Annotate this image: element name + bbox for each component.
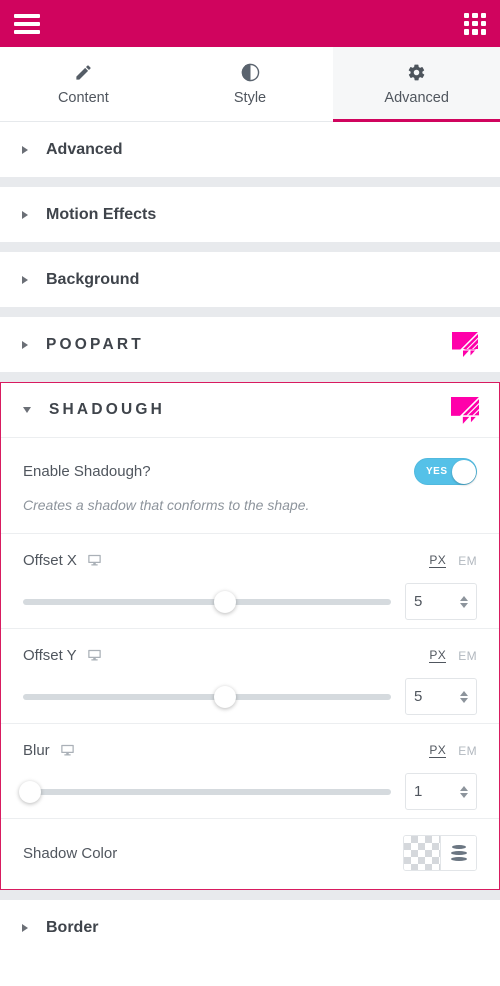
control-offset-x: Offset X PX EM 5 [1,534,499,628]
section-divider [0,307,500,317]
control-blur: Blur PX EM 1 [1,724,499,818]
control-shadow-color: Shadow Color [1,819,499,889]
control-offset-y: Offset Y PX EM 5 [1,629,499,723]
slider-handle[interactable] [19,780,42,803]
section-motion-effects[interactable]: Motion Effects [0,187,500,242]
slider-track [23,598,391,605]
gear-icon [407,62,426,82]
section-shadough: SHADOUGH Enable Shadough? YES Creates a … [0,382,500,890]
stepper-up-icon[interactable] [460,785,468,791]
offset-y-stepper[interactable] [460,690,468,703]
unit-px[interactable]: PX [429,648,447,663]
slider-handle[interactable] [214,685,237,708]
hamburger-bar [14,21,40,26]
chevron-right-icon [22,210,28,219]
section-divider [0,372,500,382]
color-swatch[interactable] [404,836,440,870]
shadow-color-label: Shadow Color [23,844,118,862]
stepper-down-icon[interactable] [460,792,468,798]
tab-style[interactable]: Style [166,47,334,121]
unit-em[interactable]: EM [458,554,477,568]
pencil-icon [74,62,93,82]
offset-y-slider[interactable] [23,685,391,709]
shadow-color-controls [403,835,477,871]
toggle-value-label: YES [426,466,448,477]
offset-x-label: Offset X [23,552,77,569]
section-title: Background [46,270,140,288]
section-title: Advanced [46,140,123,158]
enable-shadough-label: Enable Shadough? [23,463,151,480]
section-divider [0,177,500,187]
monitor-icon[interactable] [87,648,102,663]
stepper-up-icon[interactable] [460,595,468,601]
chevron-right-icon [22,275,28,284]
blur-units: PX EM [429,743,477,758]
offset-y-value: 5 [414,688,423,705]
blur-number-input[interactable]: 1 [405,773,477,810]
offset-x-value: 5 [414,593,423,610]
stepper-down-icon[interactable] [460,602,468,608]
offset-x-units: PX EM [429,553,477,568]
section-background[interactable]: Background [0,252,500,307]
slider-track [23,693,391,700]
section-title: SHADOUGH [49,401,166,418]
monitor-icon[interactable] [87,553,102,568]
offset-x-number-input[interactable]: 5 [405,583,477,620]
blur-value: 1 [414,783,423,800]
poopart-logo-icon [451,397,479,425]
hamburger-bar [14,13,40,18]
offset-y-label: Offset Y [23,647,77,664]
section-title: Motion Effects [46,205,157,223]
toggle-knob [451,459,476,484]
enable-shadough-row: Enable Shadough? YES [1,438,499,485]
section-shadough-header[interactable]: SHADOUGH [1,383,499,438]
tab-label: Advanced [384,90,449,106]
slider-track [23,788,391,795]
tab-label: Style [233,90,267,106]
blur-slider[interactable] [19,780,391,804]
color-stack-icon[interactable] [440,836,476,870]
section-advanced[interactable]: Advanced [0,122,500,177]
enable-shadough-toggle[interactable]: YES [414,458,477,485]
unit-em[interactable]: EM [458,744,477,758]
offset-x-stepper[interactable] [460,595,468,608]
section-border[interactable]: Border [0,900,500,955]
blur-stepper[interactable] [460,785,468,798]
offset-y-units: PX EM [429,648,477,663]
tab-label: Content [57,90,109,106]
offset-x-slider[interactable] [23,590,391,614]
stepper-up-icon[interactable] [460,690,468,696]
chevron-right-icon [22,923,28,932]
grid-apps-icon[interactable] [464,12,486,35]
blur-label: Blur [23,742,50,759]
contrast-icon [240,62,261,82]
section-poopart[interactable]: POOPART [0,317,500,372]
section-title: POOPART [46,335,144,353]
section-title: Border [46,918,99,936]
monitor-icon[interactable] [60,743,75,758]
unit-px[interactable]: PX [429,553,447,568]
stepper-down-icon[interactable] [460,697,468,703]
chevron-down-icon [23,407,31,413]
panel-tabs: Content Style Advanced [0,47,500,122]
chevron-right-icon [22,145,28,154]
chevron-right-icon [22,340,28,349]
unit-em[interactable]: EM [458,649,477,663]
tab-content[interactable]: Content [0,47,167,121]
unit-px[interactable]: PX [429,743,447,758]
hamburger-bar [14,29,40,34]
elementor-editor-panel: Content Style Advanced Advanced Motion E… [0,0,500,986]
poopart-logo-icon [452,331,478,358]
tab-advanced[interactable]: Advanced [333,47,500,122]
panel-top-bar [0,0,500,47]
enable-shadough-description: Creates a shadow that conforms to the sh… [23,497,310,513]
section-divider [0,890,500,900]
hamburger-icon[interactable] [14,13,40,34]
section-divider [0,242,500,252]
offset-y-number-input[interactable]: 5 [405,678,477,715]
slider-handle[interactable] [214,590,237,613]
